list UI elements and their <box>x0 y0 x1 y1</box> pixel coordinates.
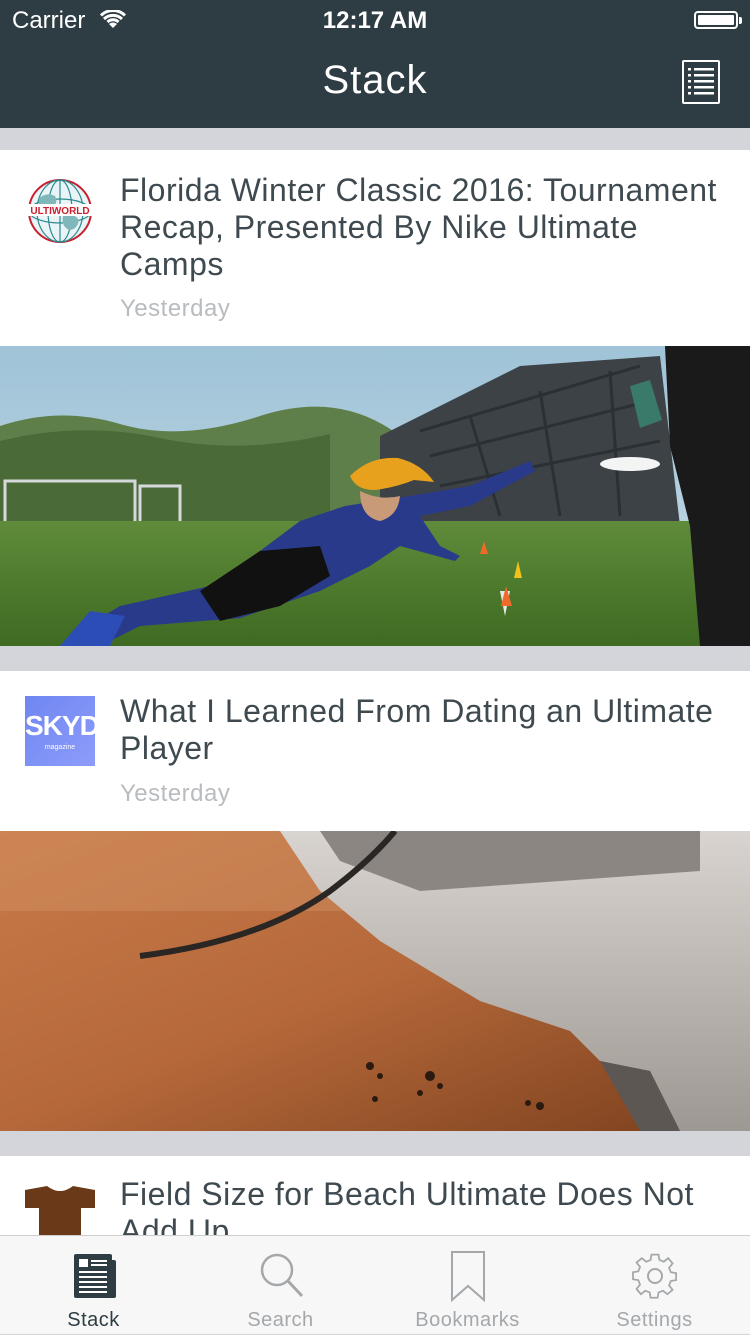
article-image <box>0 346 750 646</box>
tab-bar: Stack Search Bookmarks Settings <box>0 1235 750 1334</box>
battery-icon <box>694 11 742 29</box>
skyd-logo-subtext: magazine <box>44 744 76 751</box>
article-time: Yesterday <box>120 780 231 807</box>
gear-icon <box>631 1253 677 1299</box>
article-feed[interactable]: ULTIWORLD Florida Winter Classic 2016: T… <box>0 128 750 1235</box>
tab-settings[interactable]: Settings <box>561 1236 748 1335</box>
status-bar: Carrier 12:17 AM <box>0 0 750 40</box>
article-time: Yesterday <box>120 295 231 322</box>
article-card[interactable]: ULTIWORLD Florida Winter Classic 2016: T… <box>0 150 750 346</box>
tab-bookmarks[interactable]: Bookmarks <box>374 1236 561 1335</box>
skyd-logo-text: SKYD <box>25 710 100 741</box>
photo-cleat-on-wooden-floor[interactable] <box>0 831 750 1131</box>
article-card[interactable]: Field Size for Beach Ultimate Does Not A… <box>0 1156 750 1235</box>
article-title[interactable]: Field Size for Beach Ultimate Does Not A… <box>120 1176 720 1235</box>
article-image <box>0 831 750 1131</box>
search-icon <box>260 1253 303 1298</box>
jersey-icon <box>25 1186 95 1235</box>
photo-ultimate-player-diving-for-disc[interactable] <box>0 346 750 646</box>
tab-label: Bookmarks <box>415 1309 520 1331</box>
article-card[interactable]: SKYD magazine What I Learned From Dating… <box>0 671 750 831</box>
tab-stack[interactable]: Stack <box>0 1236 187 1335</box>
article-title[interactable]: What I Learned From Dating an Ultimate P… <box>120 693 720 767</box>
tab-search[interactable]: Search <box>187 1236 374 1335</box>
ultiworld-logo: ULTIWORLD <box>27 179 93 243</box>
tab-label: Stack <box>67 1309 120 1331</box>
tab-label: Search <box>247 1309 314 1331</box>
skyd-logo: SKYD magazine <box>25 696 100 766</box>
article-title[interactable]: Florida Winter Classic 2016: Tournament … <box>120 172 720 283</box>
list-icon[interactable] <box>682 60 720 104</box>
ultiworld-logo-text: ULTIWORLD <box>30 206 89 217</box>
tab-label: Settings <box>616 1309 693 1331</box>
navigation-bar: Carrier 12:17 AM Stack <box>0 0 750 128</box>
bookmark-icon <box>450 1251 485 1303</box>
newspaper-icon <box>73 1254 116 1298</box>
page-title: Stack <box>322 58 428 102</box>
clock: 12:17 AM <box>322 7 428 34</box>
